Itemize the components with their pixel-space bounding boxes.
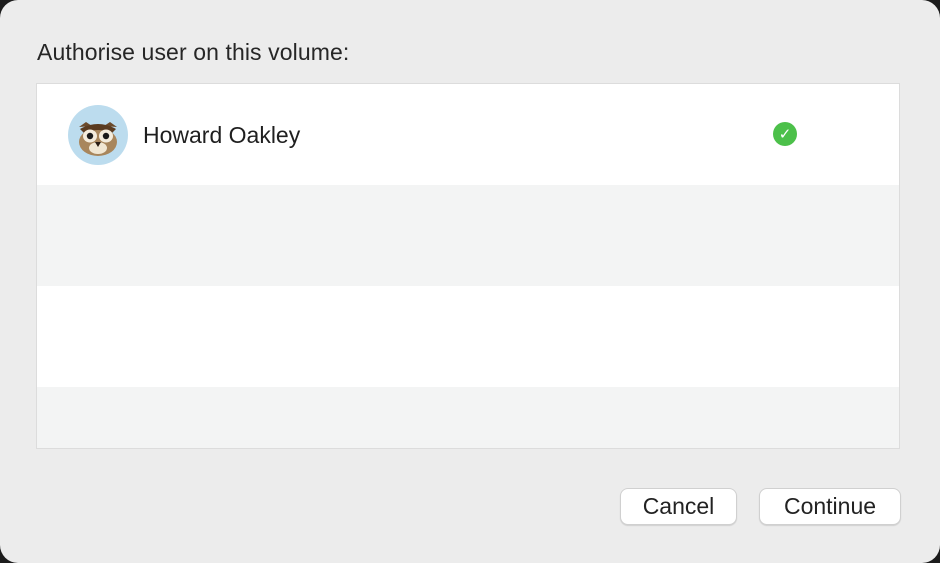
list-empty-row bbox=[37, 185, 899, 286]
checkmark-circle-icon: ✓ bbox=[773, 122, 797, 146]
dialog-prompt: Authorise user on this volume: bbox=[37, 39, 350, 65]
continue-button[interactable]: Continue bbox=[759, 488, 901, 525]
authorise-user-dialog: Authorise user on this volume: Howard Oa… bbox=[0, 0, 940, 563]
user-list: Howard Oakley ✓ bbox=[36, 83, 900, 449]
cancel-button[interactable]: Cancel bbox=[620, 488, 737, 525]
list-empty-row bbox=[37, 286, 899, 387]
user-row[interactable]: Howard Oakley ✓ bbox=[37, 84, 899, 185]
owl-avatar-icon bbox=[68, 105, 128, 165]
list-empty-row bbox=[37, 387, 899, 448]
user-name: Howard Oakley bbox=[143, 122, 301, 148]
